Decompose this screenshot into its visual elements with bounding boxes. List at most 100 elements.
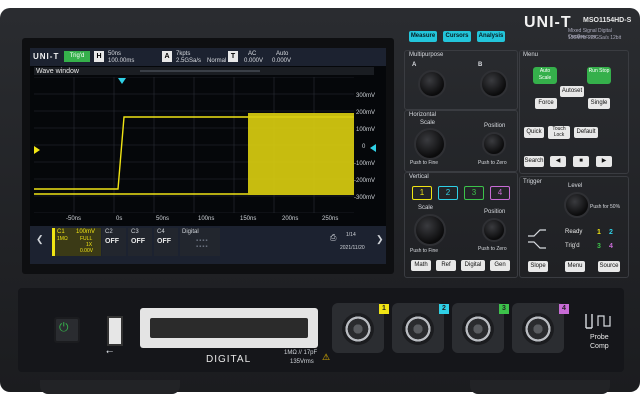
multipurpose-b-knob[interactable]	[480, 70, 508, 98]
trigger-level-label: Level	[568, 183, 583, 189]
knob-b-label: B	[478, 62, 483, 68]
trigger-memory: 0.000V	[272, 58, 292, 64]
probe-comp-terminals-icon[interactable]	[584, 308, 614, 332]
x-tick: 50ns	[156, 216, 170, 222]
ready-indicator: Ready	[565, 229, 583, 235]
digital-label: Digital	[182, 229, 199, 235]
x-tick: 0s	[116, 216, 123, 222]
ch1-input-tag: 1	[379, 304, 389, 314]
stop-search-button[interactable]: ■	[573, 156, 589, 167]
model-label: MSO1154HD-S	[583, 17, 632, 24]
run-stop-button[interactable]: Run Stop	[587, 67, 611, 84]
trigger-badge[interactable]: T	[228, 51, 238, 62]
ch3-name: C3	[131, 229, 139, 235]
multipurpose-a-knob[interactable]	[418, 70, 446, 98]
chevron-right-icon[interactable]: ❯	[376, 234, 384, 245]
cursors-button[interactable]: Cursors	[443, 31, 471, 42]
horizontal-scale-knob[interactable]	[414, 128, 446, 160]
vertical-scale-label: Scale	[418, 205, 434, 211]
specs: 150MHz 2.5GSa/s 12bit	[568, 35, 622, 41]
ch3-state: OFF	[131, 238, 145, 245]
chevron-left-icon[interactable]: ❮	[36, 234, 44, 245]
trigger-level: 0.000V	[244, 58, 264, 64]
y-tick: 0	[362, 144, 366, 150]
trigger-source-4: 4	[609, 243, 613, 250]
force-button[interactable]: Force	[535, 98, 557, 109]
vertical-position-label: Position	[484, 209, 506, 215]
acquire-badge[interactable]: A	[162, 51, 172, 62]
ch4-button[interactable]: 4	[490, 186, 510, 200]
trigger-auto: Auto	[276, 51, 289, 57]
autoset-button[interactable]: Autoset	[560, 86, 584, 97]
comp-label: Comp	[590, 343, 609, 350]
waveform-plot[interactable]	[34, 77, 354, 213]
slope-button[interactable]: Slope	[528, 261, 548, 272]
horizontal-position-label: Position	[484, 123, 506, 129]
trigger-source-2: 2	[609, 229, 613, 236]
vertical-scale-knob[interactable]	[414, 214, 446, 246]
vertical-position-knob[interactable]	[482, 218, 506, 242]
ref-button[interactable]: Ref	[436, 260, 456, 271]
horizontal-scale-label: Scale	[420, 120, 436, 126]
gen-button[interactable]: Gen	[490, 260, 510, 271]
analysis-button[interactable]: Analysis	[477, 31, 505, 42]
sample-rate: 2.5GSa/s	[176, 58, 202, 64]
trigger-position-marker[interactable]	[118, 78, 126, 84]
date-readout: 2021/11/20	[340, 245, 365, 251]
source-button[interactable]: Source	[598, 261, 620, 272]
trigd-indicator: Trig'd	[565, 243, 580, 249]
horizontal-badge[interactable]: H	[94, 51, 104, 62]
quick-button[interactable]: Quick	[524, 127, 544, 138]
push-50-label: Push for 50%	[590, 204, 621, 210]
trigger-coupling: AC	[248, 51, 257, 57]
x-tick: 250ns	[322, 216, 339, 222]
digital-port-label: DIGITAL	[206, 354, 252, 365]
ch3-button[interactable]: 3	[464, 186, 484, 200]
trigger-menu-button[interactable]: Menu	[565, 261, 585, 272]
ch3-bnc-connector[interactable]	[462, 313, 494, 345]
single-button[interactable]: Single	[588, 98, 610, 109]
input-impedance-label: 1MΩ // 17pF	[284, 350, 318, 356]
knob-a-label: A	[412, 62, 417, 68]
ch2-button[interactable]: 2	[438, 186, 458, 200]
measure-button[interactable]: Measure	[409, 31, 437, 42]
ch2-input-tag: 2	[439, 304, 449, 314]
math-button[interactable]: Math	[411, 260, 431, 271]
page-indicator: 1/14	[346, 232, 356, 238]
digital-button[interactable]: Digital	[461, 260, 485, 271]
ch1-coupling: 1MΩ	[57, 236, 68, 242]
ch1-marker[interactable]	[34, 146, 40, 154]
warning-icon: ⚠	[322, 352, 331, 362]
ch2-bnc-connector[interactable]	[402, 313, 434, 345]
auto-scale-button[interactable]: Auto Scale	[533, 67, 557, 84]
trigger-level-knob[interactable]	[564, 192, 590, 218]
vertical-push-fine: Push to Fine	[410, 248, 439, 254]
ch4-state: OFF	[157, 238, 171, 245]
ch2-state: OFF	[105, 238, 119, 245]
screen-logo: UNI-T	[33, 52, 60, 61]
vertical-push-zero: Push to Zero	[478, 246, 507, 252]
input-max-label: 135Vrms	[290, 359, 314, 365]
trigger-label: Trigger	[523, 179, 542, 185]
left-foot	[40, 380, 180, 394]
y-tick: 100mV	[356, 127, 376, 133]
touch-lock-button[interactable]: Touch Lock	[548, 126, 570, 139]
ch1-button[interactable]: 1	[412, 186, 432, 200]
usb-port[interactable]	[107, 316, 123, 346]
prev-button[interactable]: ◀	[550, 156, 566, 167]
x-tick: 100ns	[198, 216, 215, 222]
ch4-bnc-connector[interactable]	[522, 313, 554, 345]
run-state-badge[interactable]: Trig'd	[64, 51, 90, 62]
timebase-value: 50ns	[108, 51, 122, 57]
next-button[interactable]: ▶	[596, 156, 612, 167]
trigger-level-marker[interactable]	[370, 144, 376, 152]
default-button[interactable]: Default	[574, 127, 598, 138]
x-tick: 200ns	[282, 216, 299, 222]
ch3-input-tag: 3	[499, 304, 509, 314]
ch1-persistence-block	[248, 113, 354, 195]
save-icon[interactable]: ⎙	[330, 233, 336, 243]
horizontal-position-knob[interactable]	[482, 132, 506, 156]
y-tick: -200mV	[354, 178, 376, 184]
search-button[interactable]: Search	[524, 156, 544, 167]
ch1-bnc-connector[interactable]	[342, 313, 374, 345]
